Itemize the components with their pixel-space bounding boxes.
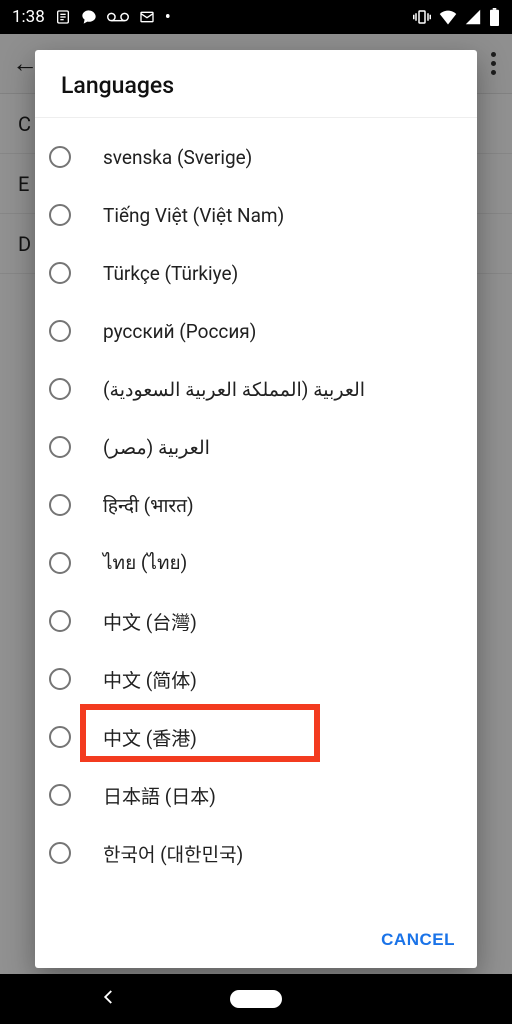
wifi-icon bbox=[439, 9, 457, 25]
status-bar: 1:38 • bbox=[0, 0, 512, 34]
language-option[interactable]: 中文 (简体) bbox=[35, 650, 477, 708]
cellular-icon bbox=[465, 9, 481, 25]
language-option[interactable]: Türkçe (Türkiye) bbox=[35, 244, 477, 302]
language-option[interactable]: Tiếng Việt (Việt Nam) bbox=[35, 186, 477, 244]
language-option[interactable]: 日本語 (日本) bbox=[35, 766, 477, 824]
language-option[interactable]: 中文 (香港) bbox=[35, 708, 477, 766]
language-label: 中文 (简体) bbox=[103, 666, 197, 693]
language-label: العربية (مصر) bbox=[103, 436, 210, 459]
radio-icon[interactable] bbox=[49, 610, 71, 632]
language-option[interactable]: العربية (المملكة العربية السعودية) bbox=[35, 360, 477, 418]
language-option[interactable]: ไทย (ไทย) bbox=[35, 534, 477, 592]
language-label: 日本語 (日本) bbox=[103, 782, 216, 809]
vibrate-icon bbox=[413, 9, 431, 25]
radio-icon[interactable] bbox=[49, 552, 71, 574]
notification-icon bbox=[55, 9, 71, 25]
radio-icon[interactable] bbox=[49, 204, 71, 226]
language-option[interactable]: हिन्दी (भारत) bbox=[35, 476, 477, 534]
nav-home-pill[interactable] bbox=[230, 990, 282, 1008]
language-label: العربية (المملكة العربية السعودية) bbox=[103, 378, 365, 401]
radio-icon[interactable] bbox=[49, 146, 71, 168]
status-time: 1:38 bbox=[12, 7, 45, 27]
radio-icon[interactable] bbox=[49, 668, 71, 690]
radio-icon[interactable] bbox=[49, 320, 71, 342]
dialog-actions: CANCEL bbox=[35, 920, 477, 968]
language-label: русский (Россия) bbox=[103, 320, 256, 343]
radio-icon[interactable] bbox=[49, 262, 71, 284]
language-list[interactable]: português (Brasil) svenska (Sverige) Tiếng… bbox=[35, 118, 477, 920]
battery-icon bbox=[489, 8, 500, 26]
status-right bbox=[413, 8, 500, 26]
language-option[interactable]: العربية (مصر) bbox=[35, 418, 477, 476]
language-label: हिन्दी (भारत) bbox=[103, 492, 194, 518]
language-option[interactable]: русский (Россия) bbox=[35, 302, 477, 360]
language-option[interactable]: 中文 (台灣) bbox=[35, 592, 477, 650]
language-label: ไทย (ไทย) bbox=[103, 548, 187, 578]
language-option[interactable]: 한국어 (대한민국) bbox=[35, 824, 477, 882]
radio-icon[interactable] bbox=[49, 436, 71, 458]
voicemail-icon bbox=[107, 10, 129, 24]
dialog-title: Languages bbox=[35, 50, 477, 117]
cancel-button[interactable]: CANCEL bbox=[381, 930, 455, 950]
radio-icon[interactable] bbox=[49, 378, 71, 400]
language-label: svenska (Sverige) bbox=[103, 146, 252, 169]
radio-icon[interactable] bbox=[49, 726, 71, 748]
language-option[interactable]: svenska (Sverige) bbox=[35, 128, 477, 186]
chat-icon bbox=[81, 9, 97, 25]
language-option[interactable]: português (Brasil) bbox=[35, 118, 477, 128]
more-notifications-icon: • bbox=[165, 7, 171, 28]
language-label: Tiếng Việt (Việt Nam) bbox=[103, 204, 284, 227]
nav-back-icon[interactable] bbox=[100, 987, 118, 1011]
language-label: 中文 (香港) bbox=[103, 724, 197, 751]
language-label: Türkçe (Türkiye) bbox=[103, 262, 238, 285]
radio-icon[interactable] bbox=[49, 494, 71, 516]
mail-icon bbox=[139, 9, 155, 25]
status-left: 1:38 • bbox=[12, 7, 171, 28]
navigation-bar bbox=[0, 974, 512, 1024]
radio-icon[interactable] bbox=[49, 842, 71, 864]
radio-icon[interactable] bbox=[49, 784, 71, 806]
language-label: 한국어 (대한민국) bbox=[103, 840, 243, 867]
languages-dialog: Languages português (Brasil) svenska (Sve… bbox=[35, 50, 477, 968]
language-label: 中文 (台灣) bbox=[103, 608, 197, 635]
